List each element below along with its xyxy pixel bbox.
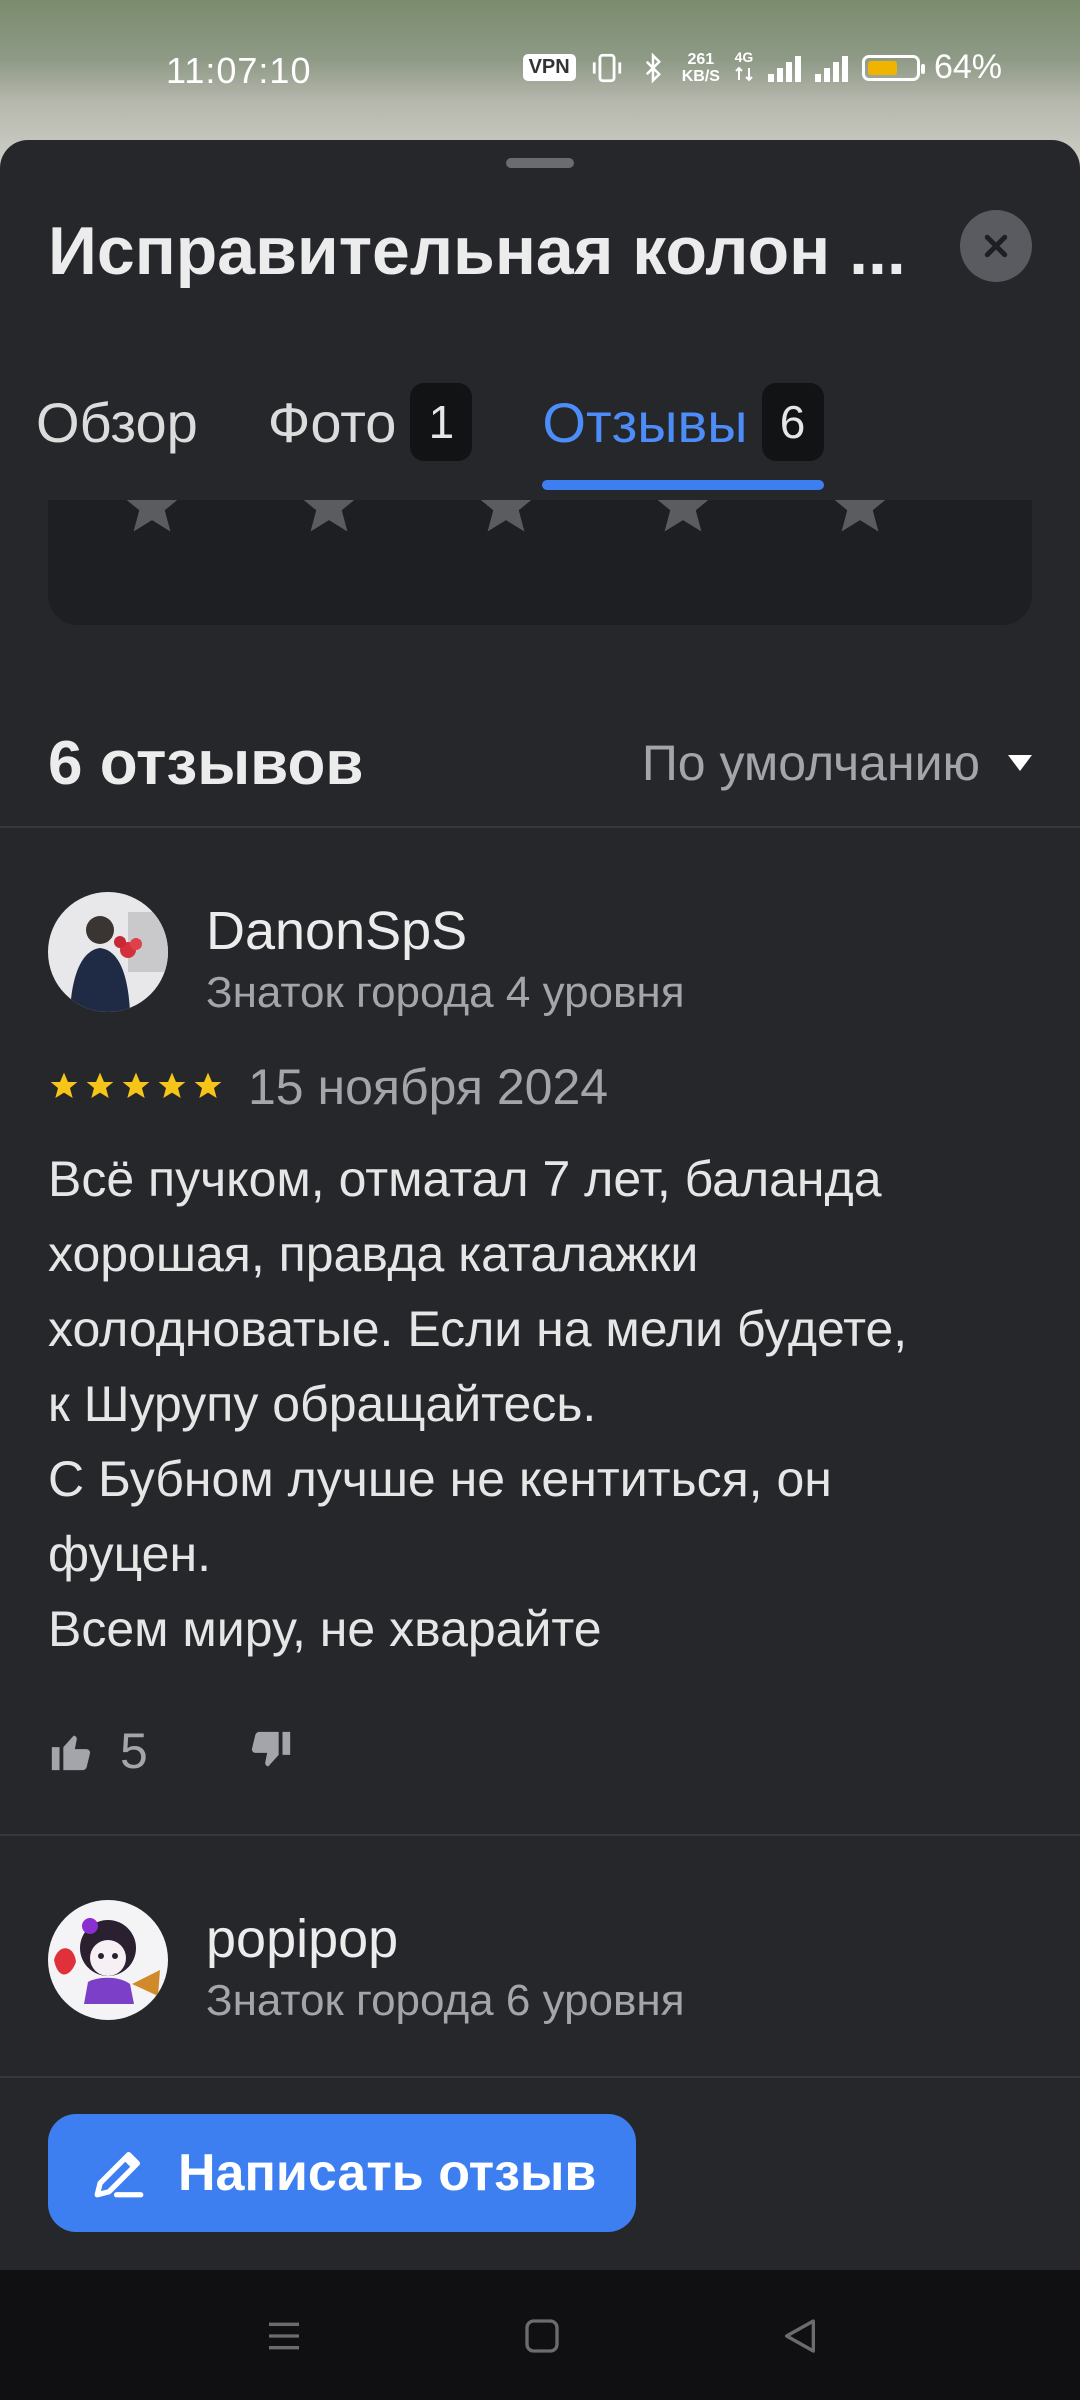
star-icon — [194, 1072, 222, 1098]
system-nav-bar — [0, 2270, 1080, 2400]
divider — [0, 2076, 1080, 2078]
status-bar: 11:07:10 VPN 261 KB/S 4G 64% — [0, 0, 1080, 140]
status-icons: VPN 261 KB/S 4G 64% — [522, 48, 1002, 87]
data-arrows-icon — [735, 66, 753, 82]
avatar[interactable] — [48, 1900, 168, 2020]
thumbs-up-icon[interactable] — [48, 1728, 94, 1774]
network-speed: 261 KB/S — [681, 50, 720, 85]
rate-star-icon[interactable] — [118, 500, 186, 540]
back-icon[interactable] — [780, 2316, 820, 2356]
reviews-count: 6 отзывов — [48, 729, 364, 798]
menu-icon[interactable] — [264, 2316, 304, 2356]
sort-dropdown[interactable]: По умолчанию — [642, 734, 1032, 792]
place-sheet: Исправительная колон ... Обзор Фото 1 От… — [0, 140, 1080, 2270]
chevron-down-icon — [1008, 755, 1032, 771]
star-icon — [158, 1072, 186, 1098]
tab-overview[interactable]: Обзор — [36, 380, 198, 464]
review-feedback: 5 — [48, 1722, 294, 1780]
star-icon — [122, 1072, 150, 1098]
review-card: DanonSpS Знаток города 4 уровня 15 ноябр… — [48, 892, 1032, 1892]
rate-star-icon[interactable] — [826, 500, 894, 540]
sheet-grabber[interactable] — [506, 158, 574, 168]
sort-label: По умолчанию — [641, 735, 980, 791]
rate-star-icon[interactable] — [295, 500, 363, 540]
review-card: popipop Знаток города 6 уровня — [48, 1900, 1032, 2030]
star-icon — [86, 1072, 114, 1098]
tab-reviews[interactable]: Отзывы 6 — [542, 380, 824, 490]
photos-count-badge: 1 — [410, 383, 473, 461]
divider — [0, 826, 1080, 828]
signal-icon — [767, 54, 801, 82]
tab-bar: Обзор Фото 1 Отзывы 6 — [36, 380, 894, 490]
home-icon[interactable] — [522, 2316, 562, 2356]
like-count: 5 — [120, 1723, 148, 1779]
reviews-header: 6 отзывов По умолчанию — [48, 728, 1032, 818]
tab-photos[interactable]: Фото 1 — [268, 380, 473, 464]
review-author[interactable]: DanonSpS — [206, 900, 467, 962]
star-icon — [50, 1072, 78, 1098]
avatar[interactable] — [48, 892, 168, 1012]
network-type: 4G — [734, 49, 754, 86]
rate-star-icon[interactable] — [649, 500, 717, 540]
battery-percent: 64% — [933, 48, 1002, 86]
close-button[interactable] — [960, 210, 1032, 282]
divider — [0, 1834, 1080, 1836]
write-review-button[interactable]: Написать отзыв — [48, 2114, 636, 2232]
status-time: 11:07:10 — [166, 50, 312, 91]
close-icon — [984, 234, 1008, 258]
vpn-badge: VPN — [522, 54, 576, 81]
battery-icon — [861, 54, 925, 81]
thumbs-down-icon[interactable] — [248, 1728, 294, 1774]
bluetooth-icon — [645, 51, 661, 84]
review-rating — [48, 1070, 224, 1102]
review-author[interactable]: popipop — [206, 1908, 398, 1970]
write-review-label: Написать отзыв — [178, 2144, 597, 2202]
rate-place-card — [48, 500, 1032, 625]
author-level: Знаток города 6 уровня — [206, 1976, 685, 2025]
review-text: Всё пучком, отматал 7 лет, баланда хорош… — [48, 1151, 908, 1657]
vibrate-icon — [592, 53, 621, 82]
reviews-count-badge: 6 — [761, 383, 824, 461]
signal-icon-2 — [814, 54, 848, 82]
pencil-icon — [94, 2151, 144, 2198]
rate-star-icon[interactable] — [472, 500, 540, 540]
place-title: Исправительная колон ... — [48, 213, 906, 289]
author-level: Знаток города 4 уровня — [206, 968, 685, 1017]
review-date: 15 ноября 2024 — [248, 1059, 609, 1115]
